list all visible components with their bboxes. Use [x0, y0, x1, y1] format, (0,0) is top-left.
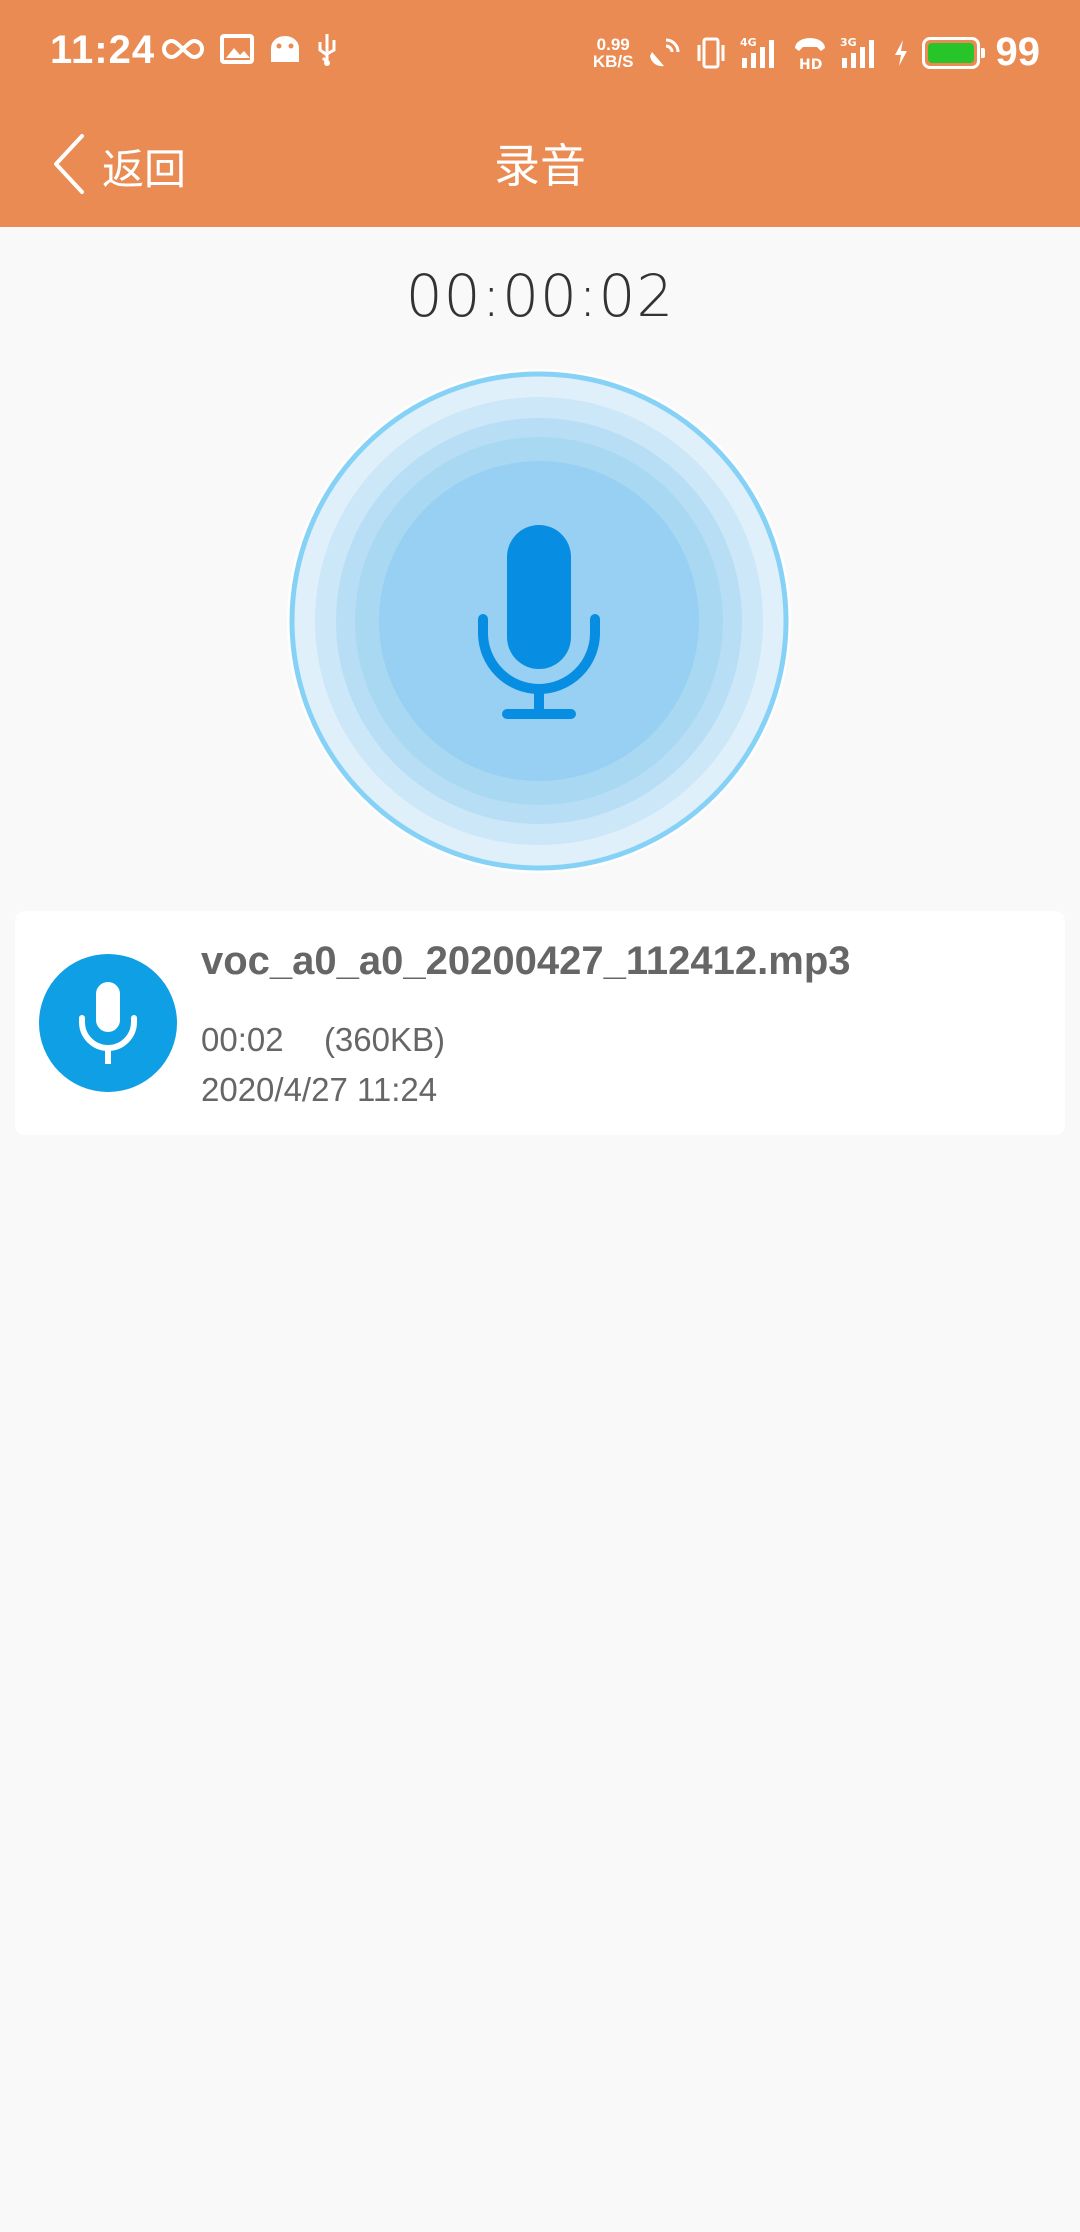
status-time: 11:24 [50, 28, 156, 72]
hd-label: HD [799, 57, 822, 70]
signal-4g-icon: 4G [740, 36, 780, 70]
network-speed-value: 0.99 [596, 34, 630, 54]
battery-fill [927, 42, 974, 63]
status-left-icons [160, 32, 338, 66]
recording-duration: 00:02 [201, 1021, 284, 1058]
record-button[interactable] [285, 367, 793, 875]
signal-3g-icon: 3G [840, 36, 880, 70]
signal-4g-label: 4G [740, 36, 757, 49]
recording-avatar [39, 954, 177, 1092]
image-icon [220, 34, 254, 64]
page-title: 录音 [494, 140, 586, 192]
charging-icon [892, 38, 910, 68]
recording-filename: voc_a0_a0_20200427_112412.mp3 [201, 939, 851, 983]
status-bar: 11:24 0.99 KB/S 4G HD 3G 99 [0, 0, 1080, 108]
recording-list-item[interactable]: voc_a0_a0_20200427_112412.mp3 00:02 (360… [15, 911, 1065, 1135]
vibrate-icon [694, 36, 728, 70]
recording-meta: 00:02 (360KB) [201, 1021, 445, 1059]
microphone-icon [79, 982, 137, 1064]
usb-icon [316, 32, 338, 66]
signal-3g-label: 3G [840, 36, 857, 49]
recording-timer: 00:00:02 [405, 262, 675, 330]
battery-icon [921, 36, 985, 69]
network-speed: 0.99 KB/S [593, 36, 634, 70]
recording-date: 2020/4/27 11:24 [201, 1071, 438, 1108]
infinity-icon [160, 37, 206, 61]
battery-level: 99 [995, 30, 1041, 74]
recording-size: (360KB) [323, 1021, 445, 1058]
nav-bar: 返回 录音 [0, 108, 1080, 227]
hotspot-icon [646, 36, 682, 70]
status-right-icons: 0.99 KB/S 4G HD 3G 99 [593, 30, 1040, 75]
header-bar: 11:24 0.99 KB/S 4G HD 3G 99 返回 录音 [0, 0, 1080, 227]
android-icon [268, 34, 302, 64]
network-speed-unit: KB/S [592, 51, 634, 71]
hd-call-icon: HD [792, 36, 828, 70]
